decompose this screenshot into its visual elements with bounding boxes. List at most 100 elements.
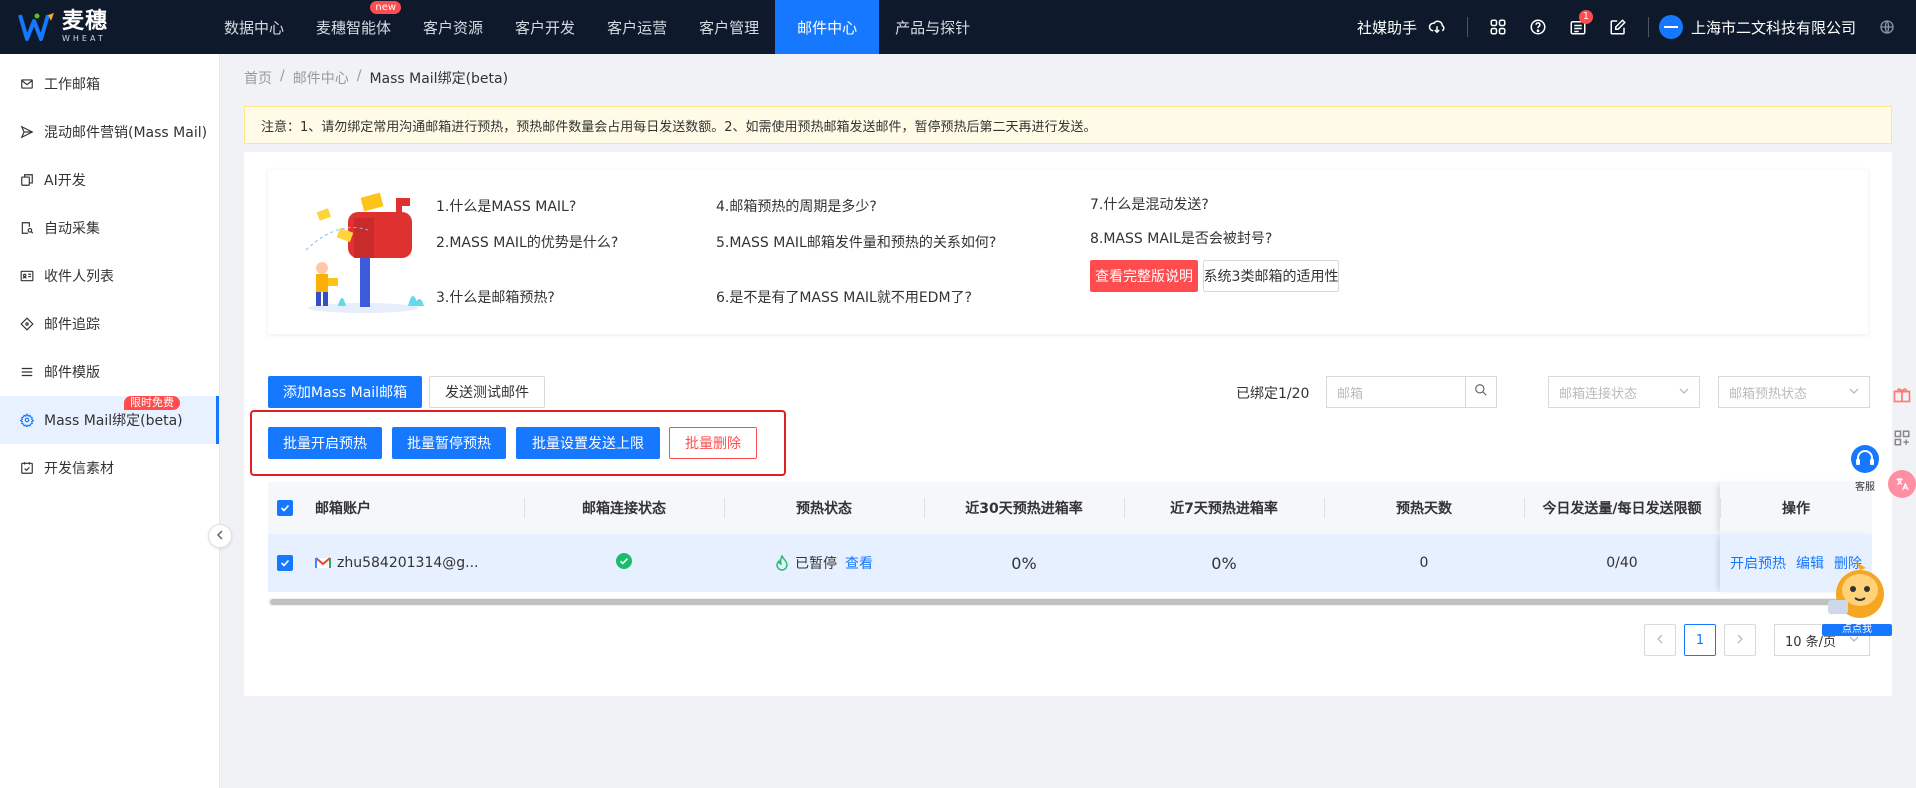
chevron-right-icon (1736, 633, 1744, 648)
batch-start-warmup-button[interactable]: 批量开启预热 (268, 427, 382, 459)
start-warmup-link[interactable]: 开启预热 (1730, 553, 1786, 573)
list-icon (20, 365, 34, 379)
prev-page-button[interactable] (1644, 624, 1676, 656)
tasks-icon[interactable]: 1 (1567, 10, 1593, 38)
nav-item-mail-center[interactable]: 邮件中心 (775, 0, 880, 54)
search-input[interactable]: 邮箱 (1326, 376, 1466, 408)
new-badge: new (370, 1, 402, 14)
company-switcher[interactable]: 上海市二文科技有限公司 (1658, 15, 1856, 39)
nav-item-customer-development[interactable]: 客户开发 (499, 0, 591, 54)
divider (1466, 17, 1468, 37)
faq-question-8[interactable]: 8.MASS MAIL是否会被封号? (1090, 228, 1272, 248)
faq-question-4[interactable]: 4.邮箱预热的周期是多少? (716, 196, 877, 216)
apps-grid-icon[interactable] (1487, 16, 1509, 38)
edit-icon[interactable] (1607, 16, 1629, 38)
edit-link[interactable]: 编辑 (1796, 553, 1824, 573)
notification-count-badge: 1 (1578, 10, 1593, 24)
scrollbar-thumb[interactable] (270, 599, 1870, 605)
social-helper-button[interactable]: 社媒助手 (1357, 16, 1457, 38)
faq-question-5[interactable]: 5.MASS MAIL邮箱发件量和预热的关系如何? (716, 232, 996, 252)
breadcrumb-separator: / (356, 68, 362, 84)
sidebar-item-mass-mail-binding[interactable]: Mass Mail绑定(beta) 限时免费 (0, 396, 219, 444)
search-icon (1474, 383, 1488, 401)
nav-item-products-probes[interactable]: 产品与探针 (879, 0, 986, 54)
gift-icon[interactable] (1888, 380, 1916, 408)
notice-text: 注意：1、请勿绑定常用沟通邮箱进行预热，预热邮件数量会占用每日发送数额。2、如需… (261, 119, 1097, 135)
assistant-mascot[interactable]: 点点我 (1822, 560, 1892, 636)
check-icon (277, 555, 293, 571)
col-header-warmup-status: 预热状态 (724, 482, 924, 534)
batch-set-limit-button[interactable]: 批量设置发送上限 (516, 427, 660, 459)
view-link[interactable]: 查看 (845, 553, 873, 573)
search-button[interactable] (1465, 376, 1497, 408)
nav-item-ai-agent[interactable]: 麦穗智能体 new (300, 0, 407, 54)
warmup-status-cell: 已暂停 查看 (724, 534, 924, 592)
checklist-icon (20, 461, 34, 475)
nav-item-customer-management[interactable]: 客户管理 (683, 0, 775, 54)
connection-status-select[interactable]: 邮箱连接状态 (1548, 376, 1700, 408)
sidebar-item-dev-letter-materials[interactable]: 开发信素材 (0, 444, 219, 492)
warmup-days-cell: 0 (1419, 555, 1429, 571)
send-limit-cell: 0/40 (1606, 555, 1638, 571)
wheat-logo-icon (18, 11, 56, 43)
main-nav: 数据中心 麦穗智能体 new 客户资源 客户开发 客户运营 客户管理 邮件中心 产… (210, 0, 986, 54)
translate-icon[interactable] (1888, 470, 1916, 498)
send-test-mail-button[interactable]: 发送测试邮件 (429, 376, 545, 408)
send-icon (20, 125, 34, 139)
customer-service-button[interactable]: 客服 (1848, 444, 1882, 493)
brand-logo[interactable]: 麦穗 WHEAT (18, 8, 108, 46)
sidebar-item-recipient-list[interactable]: 收件人列表 (0, 252, 219, 300)
sidebar-collapse-button[interactable] (208, 524, 232, 548)
sidebar-item-work-mailbox[interactable]: 工作邮箱 (0, 60, 219, 108)
target-icon (20, 317, 34, 331)
faq-question-3[interactable]: 3.什么是邮箱预热? (436, 287, 555, 307)
faq-question-2[interactable]: 2.MASS MAIL的优势是什么? (436, 232, 618, 252)
headset-icon (1850, 444, 1880, 478)
faq-question-1[interactable]: 1.什么是MASS MAIL? (436, 196, 576, 216)
faq-question-7[interactable]: 7.什么是混动发送? (1090, 194, 1209, 214)
main-content: 1.什么是MASS MAIL? 2.MASS MAIL的优势是什么? 3.什么是… (244, 152, 1892, 696)
col-header-connection: 邮箱连接状态 (524, 482, 724, 534)
sidebar-item-mail-templates[interactable]: 邮件模版 (0, 348, 219, 396)
faq-question-6[interactable]: 6.是不是有了MASS MAIL就不用EDM了? (716, 287, 972, 307)
brand-name-en: WHEAT (62, 34, 106, 43)
service-label: 客服 (1855, 482, 1875, 493)
divider (1647, 17, 1649, 37)
copy-icon (20, 173, 34, 187)
sidebar-item-mail-tracking[interactable]: 邮件追踪 (0, 300, 219, 348)
mailbox-illustration (298, 190, 428, 315)
globe-icon[interactable] (1876, 16, 1898, 38)
batch-delete-button[interactable]: 批量删除 (669, 427, 757, 459)
horizontal-scrollbar[interactable] (268, 598, 1872, 606)
account-cell: zhu584201314@g... (302, 534, 524, 592)
nav-item-data-center[interactable]: 数据中心 (210, 0, 300, 54)
next-page-button[interactable] (1724, 624, 1756, 656)
chevron-left-icon (215, 528, 225, 544)
help-icon[interactable] (1527, 16, 1549, 38)
select-all-checkbox[interactable] (268, 482, 302, 534)
row-checkbox[interactable] (268, 534, 302, 592)
batch-pause-warmup-button[interactable]: 批量暂停预热 (392, 427, 506, 459)
mailbox-suitability-button[interactable]: 系统3类邮箱的适用性 (1203, 260, 1339, 292)
chevron-left-icon (1656, 633, 1664, 648)
warning-notice: 注意：1、请勿绑定常用沟通邮箱进行预热，预热邮件数量会占用每日发送数额。2、如需… (244, 106, 1892, 144)
add-mass-mail-button[interactable]: 添加Mass Mail邮箱 (268, 376, 422, 408)
header-tools: 社媒助手 1 上海市二文科技有限公司 (1357, 0, 1916, 54)
sidebar-item-ai-development[interactable]: AI开发 (0, 156, 219, 204)
breadcrumb-mail-center[interactable]: 邮件中心 (293, 68, 349, 88)
page-number-button[interactable]: 1 (1684, 624, 1716, 656)
breadcrumb-home[interactable]: 首页 (244, 68, 272, 88)
view-full-guide-button[interactable]: 查看完整版说明 (1090, 260, 1198, 292)
warmup-status-text: 已暂停 (795, 556, 837, 572)
rate-30d-cell: 0% (1011, 553, 1037, 573)
col-header-send-limit: 今日发送量/每日发送限额 (1524, 482, 1720, 534)
table-row: zhu584201314@g... 已暂停 查看 0% 0% 0 0/40 开启… (268, 534, 1872, 592)
chevron-down-icon (1679, 385, 1689, 400)
nav-item-customer-resources[interactable]: 客户资源 (407, 0, 499, 54)
search-doc-icon (20, 221, 34, 235)
apps-float-icon[interactable] (1888, 424, 1916, 452)
nav-item-customer-operations[interactable]: 客户运营 (591, 0, 683, 54)
sidebar-item-auto-collect[interactable]: 自动采集 (0, 204, 219, 252)
warmup-status-select[interactable]: 邮箱预热状态 (1718, 376, 1870, 408)
sidebar-item-mass-mail-marketing[interactable]: 混动邮件营销(Mass Mail) (0, 108, 219, 156)
